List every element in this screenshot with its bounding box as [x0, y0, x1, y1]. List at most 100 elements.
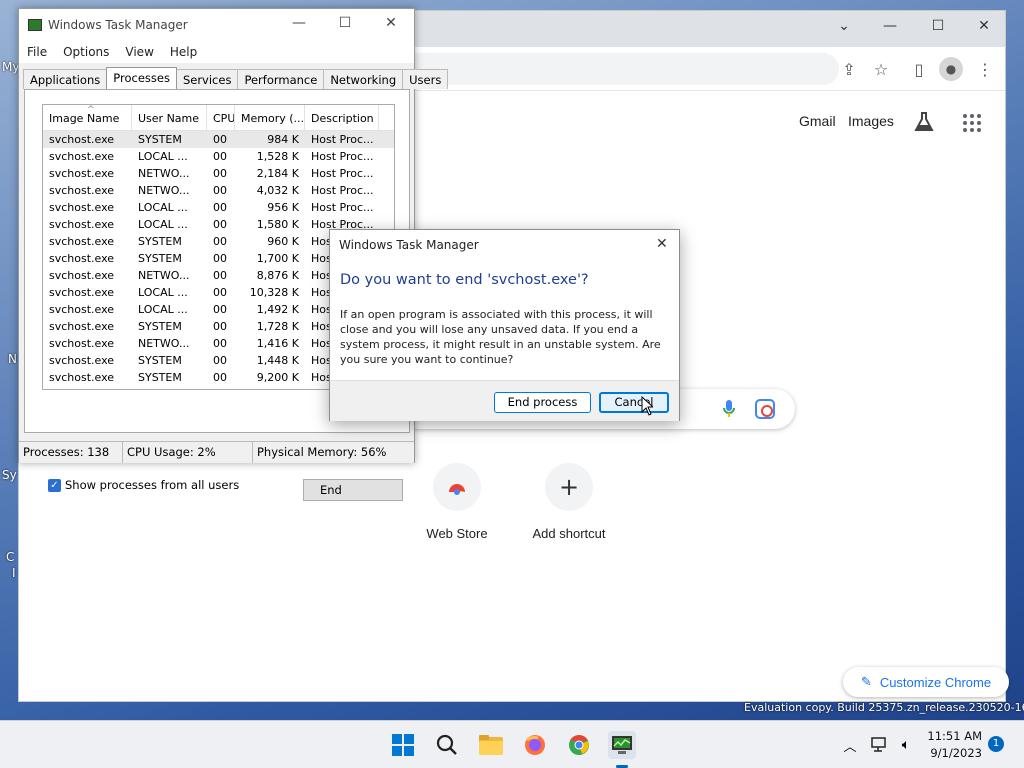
tab-applications[interactable]: Applications: [23, 69, 108, 89]
desktop-icon-label[interactable]: C: [6, 550, 14, 564]
end-process-confirm-button[interactable]: End process: [494, 392, 591, 413]
dialog-title: Windows Task Manager: [339, 238, 479, 252]
tab-performance[interactable]: Performance: [237, 69, 325, 89]
cell-user-name: SYSTEM: [138, 133, 182, 146]
cell-memory: 1,416 K: [256, 337, 299, 350]
table-row[interactable]: svchost.exe LOCAL ... 00 956 K Host Proc...: [43, 199, 394, 216]
cell-cpu: 00: [213, 201, 227, 214]
voice-search-mic-icon[interactable]: [719, 397, 739, 421]
desktop-icon-label[interactable]: N: [8, 352, 17, 366]
menu-kebab-icon[interactable]: ⋮: [973, 57, 997, 81]
close-button[interactable]: ✕: [961, 11, 1007, 41]
notification-badge[interactable]: 1: [988, 736, 1004, 752]
menu-view[interactable]: View: [125, 45, 153, 59]
menu-help[interactable]: Help: [170, 45, 197, 59]
cell-memory: 4,032 K: [256, 184, 299, 197]
cell-memory: 9,200 K: [256, 371, 299, 384]
task-manager-statusbar: Processes: 138 CPU Usage: 2% Physical Me…: [19, 441, 414, 463]
cell-description: Host Proc...: [311, 150, 374, 163]
cell-memory: 1,448 K: [256, 354, 299, 367]
cell-user-name: SYSTEM: [138, 252, 182, 265]
desktop-icon-label[interactable]: I: [12, 566, 16, 580]
tab-search-chevron-icon[interactable]: ⌄: [821, 11, 867, 41]
cancel-button[interactable]: Cancel: [599, 392, 669, 413]
show-all-users-checkbox[interactable]: ✓: [48, 479, 61, 492]
share-icon[interactable]: ⇪: [837, 57, 861, 81]
table-row[interactable]: svchost.exe NETWO... 00 4,032 K Host Proc...: [43, 182, 394, 199]
cell-image-name: svchost.exe: [49, 269, 115, 282]
column-header-description[interactable]: Description: [305, 105, 379, 130]
cell-cpu: 00: [213, 269, 227, 282]
maximize-button[interactable]: ☐: [333, 15, 357, 35]
column-header-image-name[interactable]: ^ Image Name: [43, 105, 132, 130]
table-row[interactable]: svchost.exe SYSTEM 00 984 K Host Proc...: [43, 131, 394, 148]
cell-image-name: svchost.exe: [49, 320, 115, 333]
menu-options[interactable]: Options: [63, 45, 109, 59]
desktop-icon-label[interactable]: Sy: [2, 468, 17, 482]
volume-icon[interactable]: 🔈︎: [892, 731, 920, 759]
shortcut-label-add-shortcut[interactable]: Add shortcut: [514, 526, 624, 541]
chrome-icon[interactable]: [565, 731, 593, 759]
column-header-cpu[interactable]: CPU: [207, 105, 235, 130]
customize-chrome-button[interactable]: ✎ Customize Chrome: [843, 667, 1009, 697]
cell-cpu: 00: [213, 371, 227, 384]
tab-services[interactable]: Services: [175, 69, 239, 89]
maximize-button[interactable]: ☐: [915, 11, 961, 41]
cell-user-name: NETWO...: [138, 337, 190, 350]
dialog-footer: End process Cancel: [330, 380, 679, 421]
search-icon[interactable]: [433, 731, 461, 759]
shortcut-label-web-store[interactable]: Web Store: [402, 526, 512, 541]
table-row[interactable]: svchost.exe LOCAL ... 00 1,528 K Host Proc..…: [43, 148, 394, 165]
task-manager-titlebar[interactable]: Windows Task Manager — ☐ ✕: [19, 9, 414, 41]
tab-users[interactable]: Users: [402, 69, 449, 89]
cell-memory: 2,184 K: [256, 167, 299, 180]
close-button[interactable]: ✕: [379, 15, 403, 35]
cell-image-name: svchost.exe: [49, 354, 115, 367]
tab-processes[interactable]: Processes: [106, 67, 177, 89]
cell-memory: 1,728 K: [256, 320, 299, 333]
side-panel-icon[interactable]: ▯: [907, 57, 931, 81]
plus-icon[interactable]: +: [545, 463, 593, 511]
cell-memory: 8,876 K: [256, 269, 299, 282]
cell-image-name: svchost.exe: [49, 337, 115, 350]
table-row[interactable]: svchost.exe NETWO... 00 2,184 K Host Proc...: [43, 165, 394, 182]
clock-time[interactable]: 11:51 AM: [926, 729, 982, 743]
task-manager-taskbar-icon[interactable]: [608, 731, 636, 759]
cell-image-name: svchost.exe: [49, 218, 115, 231]
cell-description: Host Proc...: [311, 167, 374, 180]
close-icon[interactable]: ✕: [656, 236, 668, 252]
cell-user-name: LOCAL ...: [138, 303, 188, 316]
show-hidden-icons-chevron-icon[interactable]: ︿: [836, 731, 864, 759]
cell-image-name: svchost.exe: [49, 371, 115, 384]
start-windows-icon[interactable]: [389, 731, 417, 759]
cell-memory: 1,580 K: [256, 218, 299, 231]
profile-avatar-icon[interactable]: ●: [939, 57, 963, 81]
mouse-cursor-icon: [641, 395, 655, 419]
chrome-web-store-icon[interactable]: [433, 463, 481, 511]
cell-image-name: svchost.exe: [49, 235, 115, 248]
images-link[interactable]: Images: [848, 113, 894, 129]
file-explorer-icon[interactable]: [477, 731, 505, 759]
firefox-icon[interactable]: [521, 731, 549, 759]
cell-memory: 1,492 K: [256, 303, 299, 316]
tab-networking[interactable]: Networking: [323, 69, 404, 89]
menu-file[interactable]: File: [27, 45, 47, 59]
dialog-heading: Do you want to end 'svchost.exe'?: [340, 272, 589, 288]
task-manager-tabs: Applications Processes Services Performa…: [23, 67, 449, 89]
show-all-users-label[interactable]: Show processes from all users: [65, 478, 239, 492]
clock-date[interactable]: 9/1/2023: [926, 746, 982, 760]
bookmark-star-icon[interactable]: ☆: [869, 57, 893, 81]
end-process-button[interactable]: End: [303, 479, 403, 501]
gmail-link[interactable]: Gmail: [799, 113, 836, 129]
cell-user-name: SYSTEM: [138, 354, 182, 367]
network-icon[interactable]: [866, 731, 894, 759]
minimize-button[interactable]: —: [287, 15, 311, 35]
google-lens-icon[interactable]: [755, 399, 775, 419]
desktop-icon-label[interactable]: My: [2, 60, 19, 74]
column-header-memory[interactable]: Memory (...: [235, 105, 305, 130]
minimize-button[interactable]: —: [867, 11, 913, 41]
cell-user-name: LOCAL ...: [138, 201, 188, 214]
labs-flask-icon[interactable]: [913, 111, 935, 133]
google-apps-icon[interactable]: [963, 114, 981, 132]
column-header-user-name[interactable]: User Name: [132, 105, 207, 130]
